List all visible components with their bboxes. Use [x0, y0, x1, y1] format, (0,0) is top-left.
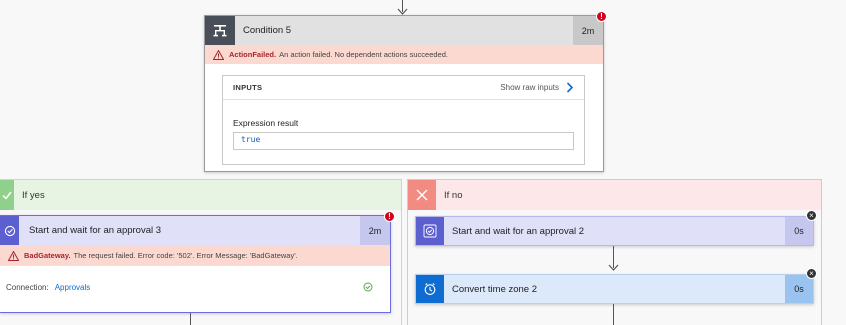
condition-error-message: An action failed. No dependent actions s… — [279, 50, 448, 59]
approval-3-error-bar: BadGateway. The request failed. Error co… — [0, 245, 390, 266]
arrow-down-icon — [397, 8, 408, 15]
check-circle-icon — [363, 282, 373, 292]
condition-card[interactable]: Condition 5 2m ActionFailed. An action f… — [204, 15, 604, 172]
approval-2-card[interactable]: Start and wait for an approval 2 0s — [415, 216, 814, 246]
warning-icon — [8, 250, 19, 261]
connection-link[interactable]: Approvals — [55, 283, 91, 292]
condition-icon — [205, 16, 235, 45]
condition-title: Condition 5 — [243, 25, 292, 36]
connector-no-bottom — [613, 304, 614, 325]
expression-value-field: true — [233, 132, 574, 150]
condition-error-code: ActionFailed. — [229, 50, 277, 59]
approval-3-error-message: The request failed. Error code: '502'. E… — [73, 251, 298, 260]
branch-yes-header[interactable]: If yes — [0, 180, 401, 210]
clock-icon — [416, 275, 444, 303]
condition-header[interactable]: Condition 5 2m — [205, 16, 603, 45]
timezone-skipped-icon: × — [806, 268, 817, 279]
branch-yes-label: If yes — [22, 189, 45, 201]
approval-3-error-code: BadGateway. — [24, 251, 71, 260]
branch-no-header[interactable]: If no — [408, 180, 821, 210]
approval-2-duration: 0s — [785, 217, 813, 245]
approval-3-card[interactable]: Start and wait for an approval 3 2m BadG… — [0, 215, 391, 313]
approval-2-header[interactable]: Start and wait for an approval 2 0s — [416, 217, 813, 245]
timezone-title: Convert time zone 2 — [452, 283, 538, 295]
timezone-duration: 0s — [785, 275, 813, 303]
chevron-right-icon — [566, 82, 574, 93]
approval-2-title: Start and wait for an approval 2 — [452, 225, 585, 237]
timezone-header[interactable]: Convert time zone 2 0s — [416, 275, 813, 303]
inputs-panel: INPUTS Show raw inputs Expression result… — [222, 75, 585, 165]
inputs-header: INPUTS Show raw inputs — [223, 76, 584, 100]
approval-icon — [0, 216, 19, 245]
condition-error-bar: ActionFailed. An action failed. No depen… — [205, 45, 603, 64]
show-raw-inputs-link[interactable]: Show raw inputs — [500, 82, 574, 93]
connector-yes-bottom — [190, 313, 191, 325]
arrow-down-icon — [608, 264, 619, 271]
show-raw-inputs-label: Show raw inputs — [500, 83, 559, 92]
approval-2-skipped-icon: × — [806, 210, 817, 221]
approval-icon — [416, 217, 444, 245]
approval-3-title: Start and wait for an approval 3 — [29, 225, 162, 236]
check-icon — [0, 180, 14, 210]
close-icon — [408, 180, 436, 210]
branch-no-label: If no — [444, 189, 463, 201]
condition-error-icon: ! — [596, 11, 607, 22]
inputs-label: INPUTS — [233, 83, 263, 92]
approval-3-header[interactable]: Start and wait for an approval 3 2m — [0, 216, 390, 245]
warning-icon — [213, 49, 224, 60]
approval-3-connection-row: Connection: Approvals — [0, 278, 389, 296]
connection-label: Connection: — [6, 282, 49, 292]
expression-label: Expression result — [233, 118, 299, 128]
timezone-card[interactable]: Convert time zone 2 0s — [415, 274, 814, 304]
expression-value: true — [241, 135, 261, 144]
approval-3-error-icon: ! — [384, 211, 395, 222]
